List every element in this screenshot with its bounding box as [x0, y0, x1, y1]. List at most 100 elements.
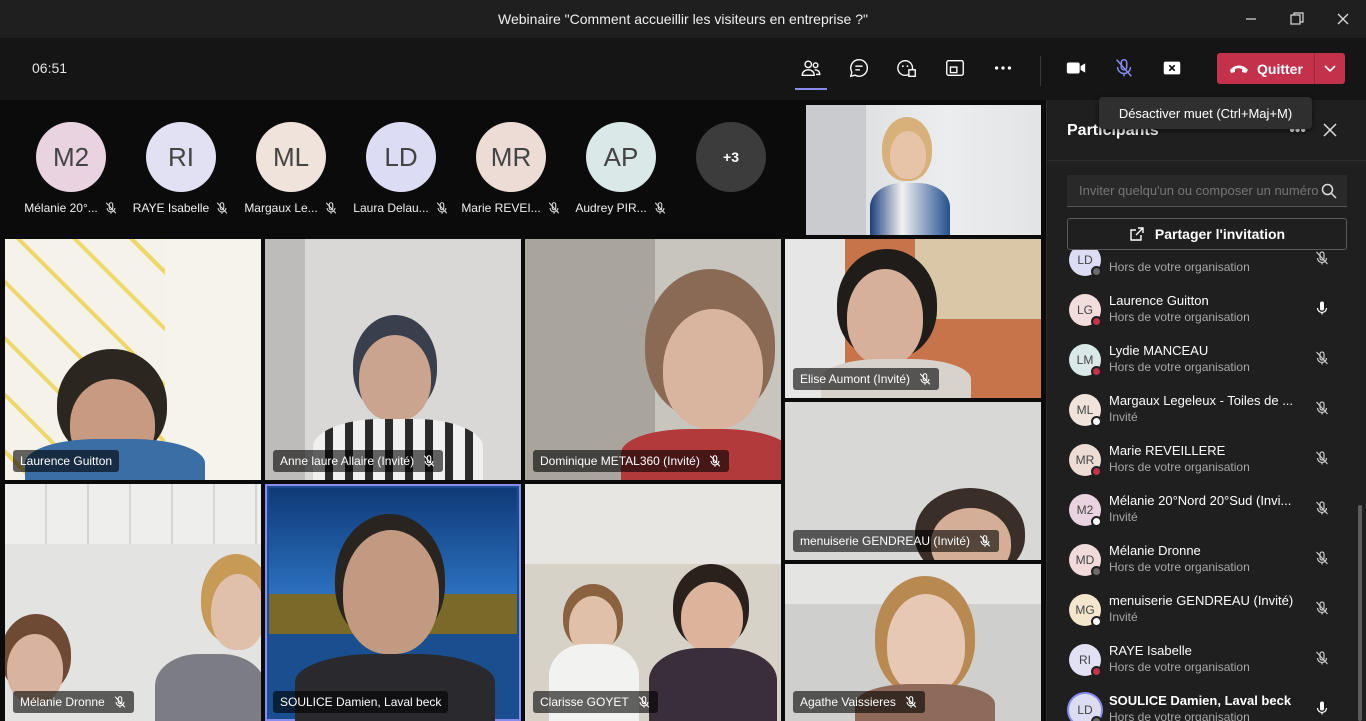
presence-dot: [1091, 466, 1102, 477]
participant-list: LD Hors de votre organisation LG Laurenc…: [1047, 250, 1366, 721]
participants-button[interactable]: [795, 52, 827, 90]
mic-off-icon: [1316, 401, 1328, 415]
share-label: Partager l'invitation: [1154, 226, 1286, 242]
presence-dot: [1091, 666, 1102, 677]
mic-off-icon: [1316, 451, 1328, 465]
search-icon[interactable]: [1321, 183, 1337, 199]
avatar-tile[interactable]: RI RAYE Isabelle: [131, 122, 231, 215]
participant-row[interactable]: LD SOULICE Damien, Laval beck Hors de vo…: [1067, 690, 1357, 721]
participant-name: menuiserie GENDREAU (Invité): [1109, 593, 1294, 608]
meeting-toolbar: 06:51 Quitter: [0, 38, 1366, 100]
participant-org: Invité: [1109, 610, 1138, 624]
mic-off-icon: [1316, 651, 1328, 665]
video-tile[interactable]: Dominique METAL360 (Invité): [525, 239, 781, 480]
presence-dot: [1091, 316, 1102, 327]
quit-button[interactable]: Quitter: [1217, 53, 1345, 84]
avatar-name: Mélanie 20°...: [24, 201, 98, 215]
participant-row[interactable]: LG Laurence Guitton Hors de votre organi…: [1067, 290, 1357, 336]
video-tile-speaking[interactable]: SOULICE Damien, Laval beck: [265, 484, 521, 721]
quit-label: Quitter: [1257, 60, 1303, 77]
tile-name: Elise Aumont (Invité): [800, 372, 911, 386]
participant-name: Marie REVEILLERE: [1109, 443, 1226, 458]
presence-dot: [1091, 366, 1102, 377]
video-tile[interactable]: Anne laure Allaire (Invité): [265, 239, 521, 480]
participant-org: Invité: [1109, 410, 1138, 424]
quit-main[interactable]: Quitter: [1217, 53, 1314, 84]
participant-org: Hors de votre organisation: [1109, 460, 1250, 474]
presence-dot: [1091, 266, 1102, 277]
share-screen-icon: [946, 59, 964, 77]
participant-row[interactable]: LD Hors de votre organisation: [1067, 250, 1357, 286]
avatar-name: RAYE Isabelle: [132, 201, 210, 215]
chat-button[interactable]: [843, 52, 875, 84]
presence-dot: [1091, 566, 1102, 577]
more-participants-button[interactable]: +3: [696, 122, 766, 192]
participant-name: Laurence Guitton: [1109, 293, 1209, 308]
video-tile[interactable]: Laurence Guitton: [5, 239, 261, 480]
panel-divider: [1047, 160, 1366, 161]
share-invitation-button[interactable]: Partager l'invitation: [1067, 218, 1347, 250]
participant-row[interactable]: MD Mélanie Dronne Hors de votre organisa…: [1067, 540, 1357, 586]
avatar-tile[interactable]: AP Audrey PIR...: [571, 122, 671, 215]
tile-name-label: Clarisse GOYET: [533, 691, 658, 713]
share-icon: [1130, 227, 1144, 241]
avatar: M2: [36, 122, 106, 192]
mic-off-icon: [1316, 551, 1328, 565]
video-tile[interactable]: menuiserie GENDREAU (Invité): [785, 402, 1041, 560]
participant-row[interactable]: ML Margaux Legeleux - Toiles de ... Invi…: [1067, 390, 1357, 436]
video-tile[interactable]: Clarisse GOYET: [525, 484, 781, 721]
quit-dropdown[interactable]: [1315, 53, 1345, 84]
tile-name-label: Agathe Vaissieres: [793, 691, 925, 713]
camera-icon: [1066, 62, 1086, 74]
avatar-tile[interactable]: LD Laura Delau...: [351, 122, 451, 215]
video-tile[interactable]: Mélanie Dronne: [5, 484, 261, 721]
minimize-icon[interactable]: [1228, 0, 1274, 38]
participant-row[interactable]: M2 Mélanie 20°Nord 20°Sud (Invi... Invit…: [1067, 490, 1357, 536]
tile-name-label: Laurence Guitton: [13, 450, 120, 472]
tile-name-label: Anne laure Allaire (Invité): [273, 450, 444, 472]
camera-button[interactable]: [1060, 52, 1092, 84]
participant-org: Hors de votre organisation: [1109, 660, 1250, 674]
close-window-icon[interactable]: [1320, 0, 1366, 38]
video-tile[interactable]: Elise Aumont (Invité): [785, 239, 1041, 398]
avatar-tile[interactable]: M2 Mélanie 20°...: [21, 122, 121, 215]
participant-row[interactable]: MG menuiserie GENDREAU (Invité) Invité: [1067, 590, 1357, 636]
more-options-button[interactable]: [987, 52, 1019, 84]
participants-panel: Participants ••• Partager l'invitation L…: [1046, 100, 1366, 721]
mic-off-icon: [979, 535, 991, 547]
self-video-tile[interactable]: [806, 105, 1041, 235]
avatar: AP: [586, 122, 656, 192]
close-icon[interactable]: [1322, 122, 1338, 138]
tile-name: Mélanie Dronne: [20, 695, 105, 709]
avatar-tile[interactable]: ML Margaux Le...: [241, 122, 341, 215]
participant-row[interactable]: MR Marie REVEILLERE Hors de votre organi…: [1067, 440, 1357, 486]
rooms-button[interactable]: [939, 52, 971, 84]
mic-off-icon: [436, 202, 447, 214]
video-tile[interactable]: Agathe Vaissieres: [785, 564, 1041, 721]
tile-name: Agathe Vaissieres: [800, 695, 896, 709]
mic-on-icon: [1316, 701, 1328, 715]
invite-input[interactable]: [1079, 183, 1319, 198]
mic-button[interactable]: [1108, 52, 1140, 84]
tile-name-label: Dominique METAL360 (Invité): [533, 450, 729, 472]
tile-name-label: SOULICE Damien, Laval beck: [273, 691, 449, 713]
panel-scrollbar[interactable]: [1358, 505, 1362, 721]
participant-row[interactable]: RI RAYE Isabelle Hors de votre organisat…: [1067, 640, 1357, 686]
people-icon: [801, 60, 821, 77]
participant-org: Hors de votre organisation: [1109, 310, 1250, 324]
tile-name: Dominique METAL360 (Invité): [540, 454, 700, 468]
avatar-tile[interactable]: MR Marie REVEI...: [461, 122, 561, 215]
invite-field[interactable]: [1067, 175, 1347, 207]
participant-row[interactable]: LM Lydie MANCEAU Hors de votre organisat…: [1067, 340, 1357, 386]
mic-off-icon: [905, 696, 917, 708]
maximize-icon[interactable]: [1274, 0, 1320, 38]
mic-off-icon: [1316, 601, 1328, 615]
chat-icon: [849, 59, 868, 78]
participant-name: Mélanie Dronne: [1109, 543, 1201, 558]
mic-off-icon: [709, 455, 721, 467]
mic-off-icon: [548, 202, 559, 214]
presence-dot: [1091, 416, 1102, 427]
reactions-button[interactable]: [891, 52, 923, 84]
share-content-button[interactable]: [1156, 52, 1188, 84]
participant-name: Mélanie 20°Nord 20°Sud (Invi...: [1109, 493, 1292, 508]
